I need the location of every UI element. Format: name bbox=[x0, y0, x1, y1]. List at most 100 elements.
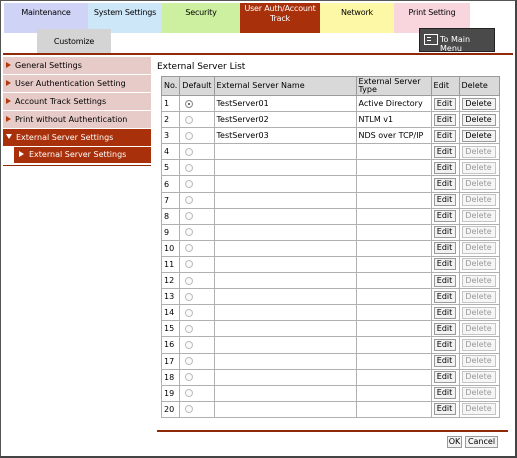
server-name-cell: TestServer02 bbox=[213, 111, 357, 129]
table-row: 9 Edit Delete bbox=[160, 223, 500, 241]
delete-button[interactable]: Delete bbox=[461, 194, 496, 207]
default-radio[interactable] bbox=[185, 163, 194, 172]
header-no: No. bbox=[160, 76, 181, 96]
default-radio[interactable] bbox=[185, 405, 194, 414]
edit-cell: Edit bbox=[430, 400, 460, 418]
edit-button[interactable]: Edit bbox=[433, 306, 456, 319]
delete-button[interactable]: Delete bbox=[461, 258, 496, 271]
delete-button[interactable]: Delete bbox=[461, 129, 496, 142]
default-cell bbox=[179, 384, 215, 402]
default-radio[interactable] bbox=[185, 228, 194, 237]
delete-button[interactable]: Delete bbox=[461, 355, 496, 368]
tab-network[interactable]: Network bbox=[320, 3, 394, 33]
delete-button[interactable]: Delete bbox=[461, 145, 496, 158]
default-radio[interactable] bbox=[185, 389, 194, 398]
delete-button[interactable]: Delete bbox=[461, 387, 496, 400]
default-radio[interactable] bbox=[185, 244, 194, 253]
default-radio[interactable] bbox=[185, 115, 194, 124]
server-type-cell bbox=[355, 320, 432, 338]
delete-button[interactable]: Delete bbox=[461, 210, 496, 223]
sidebar-item-general-settings[interactable]: General Settings bbox=[3, 57, 151, 74]
edit-button[interactable]: Edit bbox=[433, 161, 456, 174]
edit-button[interactable]: Edit bbox=[433, 371, 456, 384]
edit-button[interactable]: Edit bbox=[433, 387, 456, 400]
edit-button[interactable]: Edit bbox=[433, 194, 456, 207]
row-number: 19 bbox=[160, 384, 181, 402]
table-row: 18 Edit Delete bbox=[160, 368, 500, 386]
delete-button[interactable]: Delete bbox=[461, 403, 496, 416]
sidebar-item-print-without-authentication[interactable]: Print without Authentication bbox=[3, 111, 151, 128]
sidebar-item-user-authentication-setting[interactable]: User Authentication Setting bbox=[3, 75, 151, 92]
edit-button[interactable]: Edit bbox=[433, 338, 456, 351]
table-row: 16 Edit Delete bbox=[160, 336, 500, 354]
default-radio[interactable] bbox=[185, 99, 194, 108]
default-cell bbox=[179, 175, 215, 193]
tab-user-auth-account-track[interactable]: User Auth/Account Track bbox=[240, 3, 320, 33]
default-cell bbox=[179, 207, 215, 225]
delete-button[interactable]: Delete bbox=[461, 290, 496, 303]
arrow-down-icon bbox=[6, 134, 12, 139]
delete-button[interactable]: Delete bbox=[461, 161, 496, 174]
delete-button[interactable]: Delete bbox=[461, 306, 496, 319]
delete-button[interactable]: Delete bbox=[461, 242, 496, 255]
table-row: 7 Edit Delete bbox=[160, 191, 500, 209]
header-default: Default bbox=[179, 76, 215, 96]
row-number: 18 bbox=[160, 368, 181, 386]
server-type-cell bbox=[355, 352, 432, 370]
server-type-cell bbox=[355, 175, 432, 193]
default-radio[interactable] bbox=[185, 276, 194, 285]
cancel-button[interactable]: Cancel bbox=[465, 436, 498, 448]
ok-button[interactable]: OK bbox=[447, 436, 462, 448]
table-row: 5 Edit Delete bbox=[160, 159, 500, 177]
default-radio[interactable] bbox=[185, 147, 194, 156]
default-cell bbox=[179, 94, 215, 113]
delete-button[interactable]: Delete bbox=[461, 322, 496, 335]
to-main-menu-button[interactable]: To Main Menu bbox=[419, 28, 495, 53]
edit-button[interactable]: Edit bbox=[433, 226, 456, 239]
delete-button[interactable]: Delete bbox=[461, 178, 496, 191]
edit-button[interactable]: Edit bbox=[433, 355, 456, 368]
table-row: 15 Edit Delete bbox=[160, 320, 500, 338]
tab-customize[interactable]: Customize bbox=[37, 29, 111, 53]
delete-button[interactable]: Delete bbox=[461, 338, 496, 351]
delete-button[interactable]: Delete bbox=[461, 113, 496, 126]
default-radio[interactable] bbox=[185, 180, 194, 189]
edit-button[interactable]: Edit bbox=[433, 274, 456, 287]
edit-button[interactable]: Edit bbox=[433, 258, 456, 271]
sidebar-item-account-track-settings[interactable]: Account Track Settings bbox=[3, 93, 151, 110]
edit-button[interactable]: Edit bbox=[433, 97, 456, 110]
default-radio[interactable] bbox=[185, 292, 194, 301]
arrow-right-icon bbox=[6, 62, 11, 68]
default-radio[interactable] bbox=[185, 324, 194, 333]
server-type-cell bbox=[355, 304, 432, 322]
delete-button[interactable]: Delete bbox=[461, 371, 496, 384]
default-radio[interactable] bbox=[185, 212, 194, 221]
default-radio[interactable] bbox=[185, 357, 194, 366]
default-radio[interactable] bbox=[185, 373, 194, 382]
delete-button[interactable]: Delete bbox=[461, 97, 496, 110]
server-name-cell bbox=[213, 288, 357, 306]
row-number: 2 bbox=[160, 111, 181, 129]
edit-button[interactable]: Edit bbox=[433, 210, 456, 223]
sidebar-item-external-server-settings[interactable]: External Server Settings bbox=[3, 129, 151, 146]
default-radio[interactable] bbox=[185, 131, 194, 140]
edit-button[interactable]: Edit bbox=[433, 178, 456, 191]
page-title: External Server List bbox=[157, 62, 246, 72]
edit-button[interactable]: Edit bbox=[433, 322, 456, 335]
sidebar-subitem-external-server-settings[interactable]: External Server Settings bbox=[14, 147, 151, 163]
default-radio[interactable] bbox=[185, 308, 194, 317]
default-radio[interactable] bbox=[185, 340, 194, 349]
edit-button[interactable]: Edit bbox=[433, 403, 456, 416]
edit-cell: Edit bbox=[430, 159, 460, 177]
edit-button[interactable]: Edit bbox=[433, 145, 456, 158]
edit-cell: Edit bbox=[430, 223, 460, 241]
edit-button[interactable]: Edit bbox=[433, 290, 456, 303]
delete-button[interactable]: Delete bbox=[461, 274, 496, 287]
delete-button[interactable]: Delete bbox=[461, 226, 496, 239]
tab-security[interactable]: Security bbox=[162, 3, 240, 33]
default-radio[interactable] bbox=[185, 196, 194, 205]
edit-button[interactable]: Edit bbox=[433, 113, 456, 126]
edit-button[interactable]: Edit bbox=[433, 129, 456, 142]
edit-button[interactable]: Edit bbox=[433, 242, 456, 255]
default-radio[interactable] bbox=[185, 260, 194, 269]
